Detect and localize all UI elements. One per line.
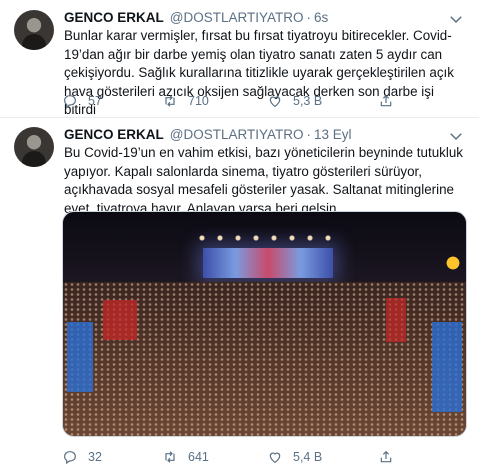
- retweet-icon: [165, 451, 175, 463]
- like-count: 5,4 B: [293, 450, 323, 464]
- author-handle[interactable]: @DOSTLARTIYATRO: [170, 10, 304, 25]
- like-button[interactable]: 5,3 B: [267, 93, 322, 109]
- tweet-actions: 32 641 5,4 B: [62, 449, 392, 467]
- tweet-actions: 57 710 5,3 B: [62, 93, 392, 111]
- author-name[interactable]: GENCO ERKAL: [64, 127, 164, 142]
- chevron-down-icon[interactable]: [447, 10, 465, 28]
- like-icon: [269, 452, 281, 464]
- side-screen: [67, 322, 93, 392]
- party-logo: [442, 252, 464, 274]
- like-count: 5,3 B: [293, 94, 323, 108]
- author-name[interactable]: GENCO ERKAL: [64, 10, 164, 25]
- retweet-icon: [165, 95, 175, 107]
- like-icon: [269, 96, 281, 108]
- author-handle[interactable]: @DOSTLARTIYATRO: [170, 127, 304, 142]
- retweet-button[interactable]: 641: [162, 449, 209, 465]
- tweet[interactable]: GENCO ERKAL @DOSTLARTIYATRO · 6s Bunlar kar…: [0, 0, 479, 118]
- separator: ·: [306, 127, 312, 142]
- tweet-text: Bu Covid-19’un en vahim etkisi, bazı yön…: [64, 145, 463, 216]
- retweet-count: 641: [188, 450, 209, 464]
- reply-count: 32: [88, 450, 102, 464]
- avatar[interactable]: [14, 127, 54, 167]
- reply-button[interactable]: 57: [62, 93, 102, 109]
- chevron-down-icon[interactable]: [447, 127, 465, 145]
- reply-icon: [64, 451, 76, 465]
- reply-count: 57: [88, 94, 102, 108]
- tweet[interactable]: GENCO ERKAL @DOSTLARTIYATRO · 13 Eyl Bu Cov…: [0, 119, 479, 474]
- tweet-time[interactable]: 6s: [314, 10, 328, 25]
- reply-icon: [64, 95, 76, 109]
- reply-button[interactable]: 32: [62, 449, 102, 465]
- avatar[interactable]: [14, 10, 54, 50]
- flag: [386, 298, 406, 342]
- share-button[interactable]: [378, 93, 394, 109]
- share-button[interactable]: [378, 449, 394, 465]
- share-icon: [380, 450, 392, 463]
- tweet-media-photo[interactable]: [62, 211, 467, 437]
- separator: ·: [306, 10, 312, 25]
- retweet-button[interactable]: 710: [162, 93, 209, 109]
- like-button[interactable]: 5,4 B: [267, 449, 322, 465]
- tweet-header: GENCO ERKAL @DOSTLARTIYATRO · 13 Eyl: [64, 127, 352, 142]
- side-screen: [432, 322, 462, 412]
- tweet-header: GENCO ERKAL @DOSTLARTIYATRO · 6s: [64, 10, 328, 25]
- stage-screen: [203, 248, 333, 278]
- tweet-time[interactable]: 13 Eyl: [314, 127, 352, 142]
- share-icon: [380, 94, 392, 107]
- stage-lights: [193, 234, 343, 242]
- retweet-count: 710: [188, 94, 209, 108]
- flag: [103, 300, 137, 340]
